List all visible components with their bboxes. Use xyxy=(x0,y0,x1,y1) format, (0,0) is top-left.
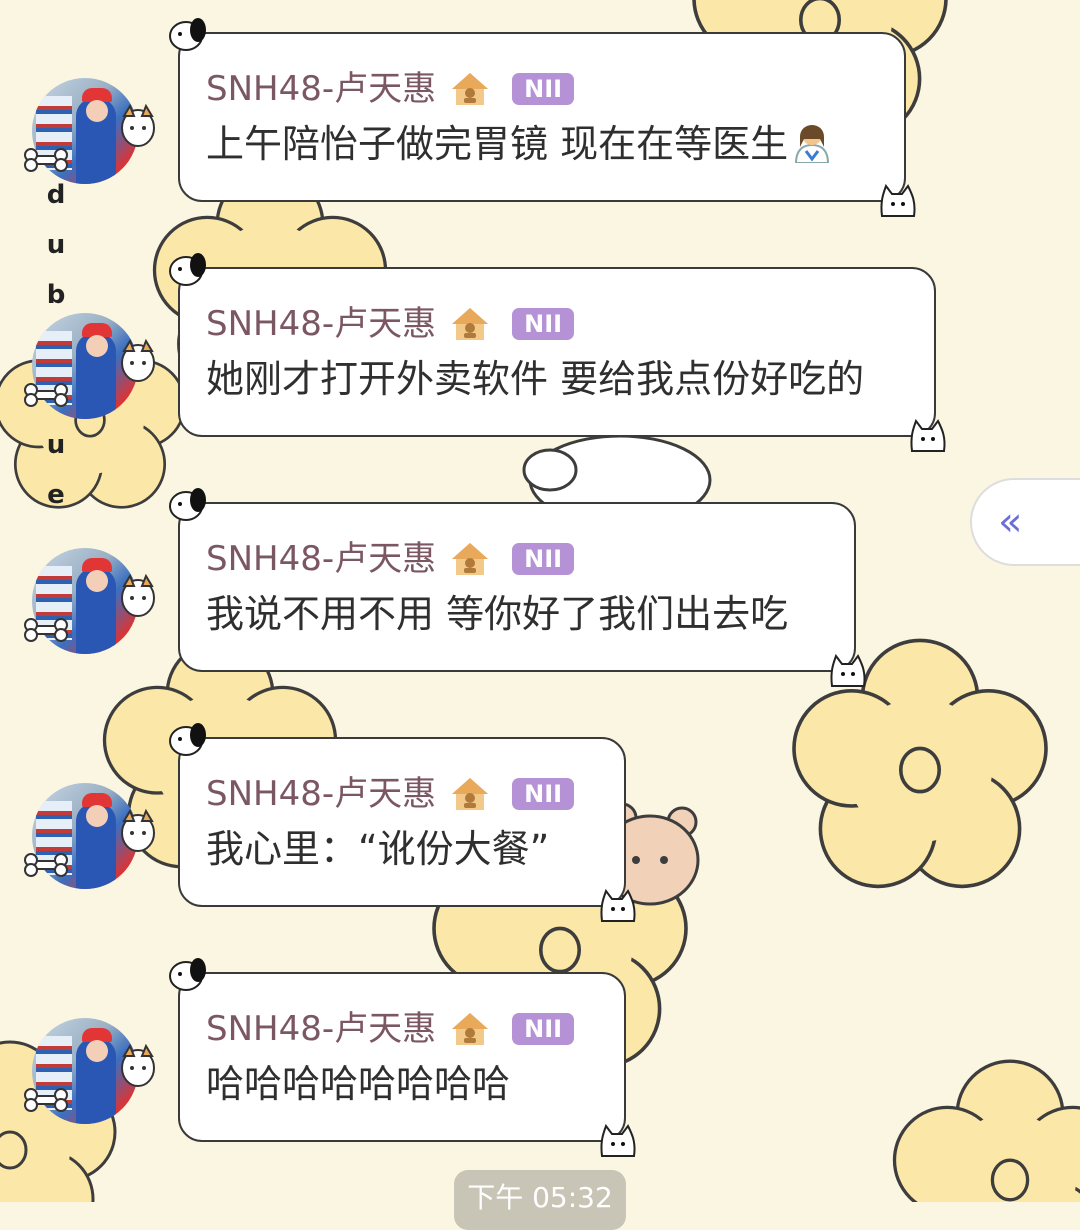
cat-sticker-icon xyxy=(830,653,866,687)
message-text: 我心里：“讹份大餐” xyxy=(206,827,550,871)
dog-sticker-icon xyxy=(169,958,206,991)
message-bubble[interactable]: SNH48-卢天惠 NII 哈哈哈哈哈哈哈哈 xyxy=(169,958,636,1157)
side-letter: u xyxy=(46,230,66,260)
cat-sticker-icon xyxy=(600,888,636,922)
sender-avatar[interactable] xyxy=(24,548,156,654)
woman-health-worker-icon xyxy=(795,125,830,163)
member-badge: NII xyxy=(512,543,575,575)
bone-sticker-icon xyxy=(24,383,68,407)
message-bubble[interactable]: SNH48-卢天惠 NII 上午陪怡子做完胃镜 现在在等医生 xyxy=(169,18,916,217)
double-chevron-left-icon: « xyxy=(998,499,1023,545)
corgi-sticker-icon xyxy=(121,104,155,147)
home-icon xyxy=(452,308,489,340)
bone-sticker-icon xyxy=(24,618,68,642)
dog-sticker-icon xyxy=(169,18,206,51)
sender-row: SNH48-卢天惠 NII xyxy=(206,64,904,114)
message-text: 上午陪怡子做完胃镜 现在在等医生 xyxy=(206,122,789,166)
home-icon xyxy=(452,1013,489,1045)
cat-sticker-icon xyxy=(880,183,916,217)
sender-row: SNH48-卢天惠 NII xyxy=(206,769,624,819)
corgi-sticker-icon xyxy=(121,1044,155,1087)
message-text-row: 上午陪怡子做完胃镜 现在在等医生 xyxy=(206,116,904,172)
side-letter: u xyxy=(46,430,66,460)
time-divider: 下午 05:32 xyxy=(454,1170,626,1230)
home-icon xyxy=(452,778,489,810)
side-letter: e xyxy=(47,480,65,510)
sender-row: SNH48-卢天惠 NII xyxy=(206,1004,624,1054)
cat-sticker-icon xyxy=(600,1123,636,1157)
sender-name[interactable]: SNH48-卢天惠 xyxy=(206,1004,436,1054)
side-panel-collapse-button[interactable]: « xyxy=(970,478,1080,566)
sender-row: SNH48-卢天惠 NII xyxy=(206,299,934,349)
message-bubble[interactable]: SNH48-卢天惠 NII 我心里：“讹份大餐” xyxy=(169,723,636,922)
bone-sticker-icon xyxy=(24,853,68,877)
bone-sticker-icon xyxy=(24,1088,68,1112)
sender-name[interactable]: SNH48-卢天惠 xyxy=(206,769,436,819)
corgi-sticker-icon xyxy=(121,339,155,382)
message-bubble[interactable]: SNH48-卢天惠 NII 她刚才打开外卖软件 要给我点份好吃的 xyxy=(169,253,946,452)
home-icon xyxy=(452,73,489,105)
message-text: 她刚才打开外卖软件 要给我点份好吃的 xyxy=(206,357,865,401)
dog-sticker-icon xyxy=(169,253,206,286)
sender-row: SNH48-卢天惠 NII xyxy=(206,534,854,584)
cat-sticker-icon xyxy=(910,418,946,452)
sender-avatar[interactable] xyxy=(24,1018,156,1124)
member-badge: NII xyxy=(512,73,575,105)
sender-name[interactable]: SNH48-卢天惠 xyxy=(206,299,436,349)
member-badge: NII xyxy=(512,1013,575,1045)
corgi-sticker-icon xyxy=(121,574,155,617)
message-bubble[interactable]: SNH48-卢天惠 NII 我说不用不用 等你好了我们出去吃 xyxy=(169,488,866,687)
sender-name[interactable]: SNH48-卢天惠 xyxy=(206,64,436,114)
member-badge: NII xyxy=(512,308,575,340)
bone-sticker-icon xyxy=(24,148,68,172)
sender-avatar[interactable] xyxy=(24,313,156,419)
sender-name[interactable]: SNH48-卢天惠 xyxy=(206,534,436,584)
message-text: 哈哈哈哈哈哈哈哈 xyxy=(206,1062,511,1106)
sender-avatar[interactable] xyxy=(24,783,156,889)
dog-sticker-icon xyxy=(169,723,206,756)
corgi-sticker-icon xyxy=(121,809,155,852)
member-badge: NII xyxy=(512,778,575,810)
home-icon xyxy=(452,543,489,575)
sender-avatar[interactable] xyxy=(24,78,156,184)
message-text: 我说不用不用 等你好了我们出去吃 xyxy=(206,592,789,636)
dog-sticker-icon xyxy=(169,488,206,521)
